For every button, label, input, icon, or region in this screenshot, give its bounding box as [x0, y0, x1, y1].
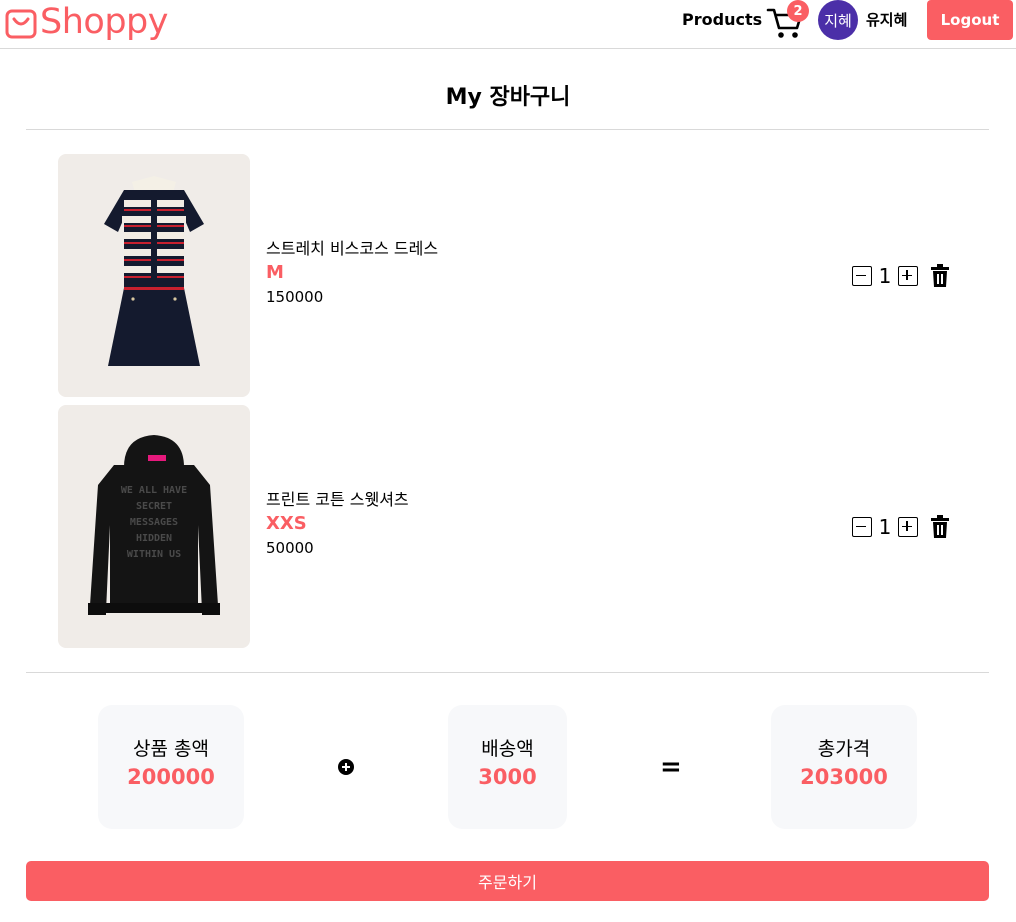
logo-text: Shoppy [40, 2, 168, 42]
trash-icon[interactable] [930, 264, 950, 288]
item-name: 프린트 코튼 스웻셔츠 [266, 490, 409, 509]
divider [26, 129, 989, 130]
cart-item: WE ALL HAVE SECRET MESSAGES HIDDEN WITHI… [58, 405, 958, 648]
product-image-sweatshirt[interactable]: WE ALL HAVE SECRET MESSAGES HIDDEN WITHI… [58, 405, 250, 648]
hoodie-print-line: WE ALL HAVE [121, 485, 187, 496]
logout-button[interactable]: Logout [927, 0, 1013, 40]
trash-icon[interactable] [930, 515, 950, 539]
shopping-bag-icon [5, 9, 37, 39]
product-image-dress[interactable] [58, 154, 250, 397]
nav-products-link[interactable]: Products [682, 10, 762, 30]
hoodie-print-line: WITHIN US [127, 549, 181, 560]
item-info: 스트레치 비스코스 드레스 M 150000 [266, 238, 438, 308]
plus-icon[interactable] [898, 517, 918, 537]
header: Shoppy Products 2 지혜 유지혜 Logout [0, 0, 1016, 49]
order-button[interactable]: 주문하기 [26, 861, 989, 901]
item-price: 50000 [266, 539, 314, 557]
minus-icon[interactable] [852, 517, 872, 537]
item-price: 150000 [266, 288, 324, 306]
logo-link[interactable]: Shoppy [4, 2, 168, 42]
quantity-value: 1 [878, 515, 892, 539]
quantity-stepper: 1 [852, 264, 950, 288]
cart-item: 스트레치 비스코스 드레스 M 150000 1 [58, 154, 958, 397]
minus-icon[interactable] [852, 266, 872, 286]
total-label: 총가격 [817, 738, 871, 760]
hoodie-print-line: HIDDEN [136, 533, 172, 544]
cart-count-badge: 2 [787, 0, 809, 22]
plus-circle-icon [338, 759, 354, 775]
avatar[interactable]: 지혜 [818, 0, 858, 40]
item-name: 스트레치 비스코스 드레스 [266, 239, 439, 258]
divider [26, 672, 989, 673]
plus-icon[interactable] [898, 266, 918, 286]
item-option: M [266, 262, 284, 283]
item-info: 프린트 코튼 스웻셔츠 XXS 50000 [266, 489, 409, 559]
hoodie-print-line: MESSAGES [130, 517, 178, 528]
shipping-label: 배송액 [481, 738, 534, 760]
quantity-value: 1 [878, 264, 892, 288]
shipping-box: 배송액 3000 [448, 705, 567, 829]
username: 유지혜 [866, 11, 908, 29]
quantity-stepper: 1 [852, 515, 950, 539]
subtotal-value: 200000 [127, 765, 215, 789]
page-title: My 장바구니 [445, 85, 571, 110]
total-box: 총가격 203000 [771, 705, 917, 829]
hoodie-print-line: SECRET [136, 501, 172, 512]
equals-sign: = [660, 752, 682, 782]
subtotal-label: 상품 총액 [133, 738, 209, 760]
item-option: XXS [266, 513, 307, 534]
shipping-value: 3000 [478, 765, 537, 789]
subtotal-box: 상품 총액 200000 [98, 705, 244, 829]
total-value: 203000 [800, 765, 888, 789]
